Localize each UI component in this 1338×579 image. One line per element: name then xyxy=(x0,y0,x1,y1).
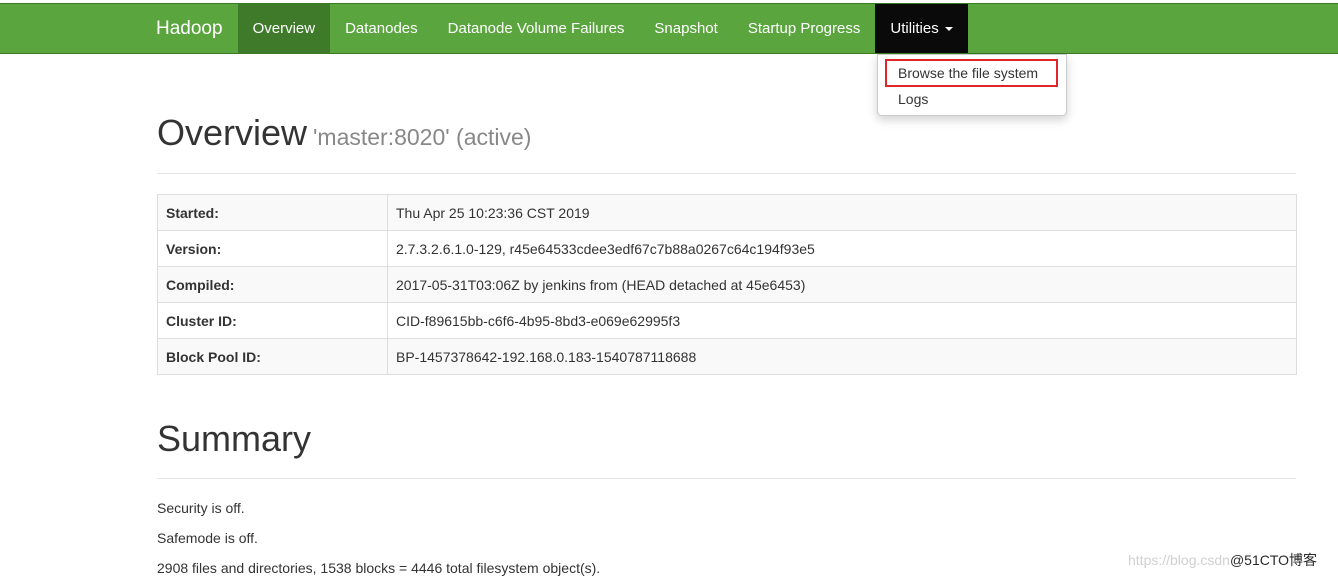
row-value: Thu Apr 25 10:23:36 CST 2019 xyxy=(387,194,1297,231)
table-row: Started: Thu Apr 25 10:23:36 CST 2019 xyxy=(157,194,1297,231)
nav-utilities-label: Utilities xyxy=(890,20,939,37)
overview-table: Started: Thu Apr 25 10:23:36 CST 2019 Ve… xyxy=(157,194,1297,375)
watermark-brand: @51CTO博客 xyxy=(1229,552,1318,568)
overview-title: Overview xyxy=(157,112,308,153)
row-value: 2.7.3.2.6.1.0-129, r45e64533cdee3edf67c7… xyxy=(387,230,1297,267)
table-row: Compiled: 2017-05-31T03:06Z by jenkins f… xyxy=(157,266,1297,303)
overview-subtitle: 'master:8020' (active) xyxy=(313,124,532,150)
nav-datanode-volume-failures[interactable]: Datanode Volume Failures xyxy=(433,4,640,53)
utilities-dropdown-menu: Browse the file system Logs xyxy=(877,54,1067,116)
table-row: Cluster ID: CID-f89615bb-c6f6-4b95-8bd3-… xyxy=(157,302,1297,339)
row-value: CID-f89615bb-c6f6-4b95-8bd3-e069e62995f3 xyxy=(387,302,1297,339)
page-title: Overview'master:8020' (active) xyxy=(157,112,531,153)
summary-title: Summary xyxy=(157,418,312,459)
table-row: Block Pool ID: BP-1457378642-192.168.0.1… xyxy=(157,338,1297,375)
watermark: https://blog.csdn@51CTO博客 xyxy=(1128,550,1317,570)
nav-startup-progress[interactable]: Startup Progress xyxy=(733,4,876,53)
overview-header: Overview'master:8020' (active) xyxy=(157,112,531,154)
table-row: Version: 2.7.3.2.6.1.0-129, r45e64533cde… xyxy=(157,230,1297,267)
navbar-inner: Hadoop Overview Datanodes Datanode Volum… xyxy=(141,4,968,53)
row-value: BP-1457378642-192.168.0.183-154078711868… xyxy=(387,338,1297,375)
row-value: 2017-05-31T03:06Z by jenkins from (HEAD … xyxy=(387,266,1297,303)
caret-down-icon xyxy=(944,27,953,32)
menu-item-browse-file-system[interactable]: Browse the file system xyxy=(898,65,1038,81)
nav-datanodes[interactable]: Datanodes xyxy=(330,4,433,53)
row-label: Cluster ID: xyxy=(157,302,388,339)
watermark-url: https://blog.csdn xyxy=(1128,552,1230,568)
filesystem-objects: 2908 files and directories, 1538 blocks … xyxy=(157,560,601,576)
menu-item-logs[interactable]: Logs xyxy=(898,91,928,107)
row-label: Started: xyxy=(157,194,388,231)
row-label: Block Pool ID: xyxy=(157,338,388,375)
brand-link[interactable]: Hadoop xyxy=(141,4,238,53)
nav-utilities-dropdown[interactable]: Utilities xyxy=(875,4,968,53)
top-navbar: Hadoop Overview Datanodes Datanode Volum… xyxy=(0,3,1338,54)
divider xyxy=(157,478,1296,479)
row-label: Compiled: xyxy=(157,266,388,303)
security-status: Security is off. xyxy=(157,500,245,516)
nav-overview[interactable]: Overview xyxy=(237,4,331,53)
safemode-status: Safemode is off. xyxy=(157,530,258,546)
row-label: Version: xyxy=(157,230,388,267)
nav-snapshot[interactable]: Snapshot xyxy=(639,4,732,53)
divider xyxy=(157,173,1296,174)
